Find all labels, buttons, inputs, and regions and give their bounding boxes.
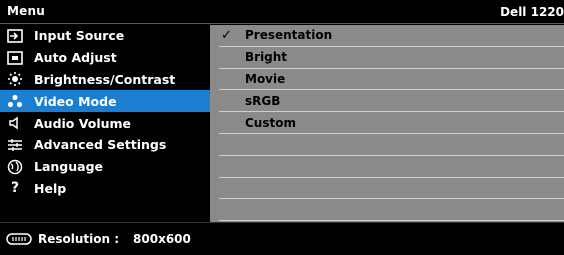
menu-item-input-source[interactable]: Input Source [0,25,210,47]
model-name: Dell 1220 [500,5,564,19]
resolution-label: Resolution : [38,232,120,246]
menu-item-advanced-settings[interactable]: Advanced Settings [0,134,210,156]
help-icon: ? [10,180,20,197]
option-label: Bright [245,50,288,65]
status-bar: Resolution : 800x600 [0,222,564,255]
option-label: sRGB [245,93,281,108]
option-presentation[interactable]: ✓ Presentation [219,25,564,47]
empty-row [219,199,564,222]
menu-item-brightness-contrast[interactable]: Brightness/Contrast [0,69,210,91]
auto-adjust-icon [6,50,24,66]
video-mode-panel: ✓ Presentation Bright Movie sRGB Custom [210,25,564,222]
menu-item-video-mode[interactable]: Video Mode [0,90,210,113]
header-bar: Menu Dell 1220 [0,0,564,24]
main-menu: Input Source Auto Adjust Brightness/Cont… [0,25,210,222]
option-label: Presentation [245,28,333,43]
option-label: Custom [245,115,296,130]
display-icon [6,233,36,245]
empty-row [219,134,564,156]
projector-osd: Menu Dell 1220 Input Source Auto Adjust … [0,0,564,255]
option-movie[interactable]: Movie [219,69,564,91]
brightness-icon [6,71,24,87]
menu-item-label: Audio Volume [34,115,132,131]
menu-item-help[interactable]: ? Help [0,178,210,200]
speaker-icon [6,115,24,131]
menu-item-audio-volume[interactable]: Audio Volume [0,112,210,134]
check-icon: ✓ [221,27,232,43]
option-srgb[interactable]: sRGB [219,90,564,113]
option-label: Movie [245,71,286,86]
menu-item-language[interactable]: Language [0,156,210,178]
sliders-icon [6,137,24,153]
menu-item-label: Input Source [34,28,125,44]
menu-item-label: Auto Adjust [34,50,117,66]
input-source-icon [6,28,24,44]
menu-item-label: Advanced Settings [34,137,167,153]
video-mode-icon [6,93,24,109]
menu-item-label: Brightness/Contrast [34,71,176,87]
menu-item-label: Video Mode [34,93,117,109]
menu-title: Menu [7,4,45,18]
option-bright[interactable]: Bright [219,47,564,69]
globe-icon [6,159,24,175]
resolution-value: 800x600 [133,232,191,246]
menu-item-label: Language [34,159,104,175]
option-custom[interactable]: Custom [219,112,564,134]
empty-row [219,178,564,200]
empty-row [219,156,564,178]
menu-item-auto-adjust[interactable]: Auto Adjust [0,47,210,69]
menu-item-label: Help [34,180,67,196]
